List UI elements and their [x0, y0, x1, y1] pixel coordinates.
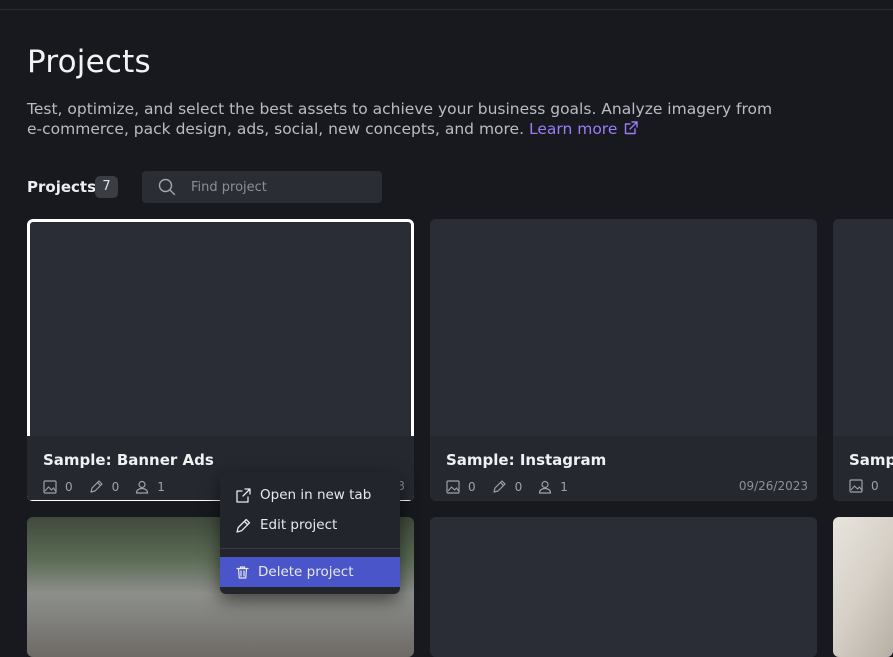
project-card-photo-partial[interactable]: [833, 517, 893, 657]
users-stat: 1: [538, 480, 568, 494]
external-link-icon: [625, 121, 639, 135]
images-count: 0: [65, 479, 73, 494]
users-stat: 1: [135, 480, 165, 494]
images-stat: 0: [43, 480, 73, 494]
menu-item-label: Delete project: [258, 564, 354, 580]
project-card-instagram[interactable]: Sample: Instagram 0 0 1 09/26/2023: [430, 219, 817, 501]
pencil-icon: [90, 480, 103, 493]
menu-item-edit-project[interactable]: Edit project: [220, 510, 400, 540]
project-card-banner-ads[interactable]: Sample: Banner Ads 0 0 1 3: [27, 219, 414, 501]
tags-count: 0: [111, 479, 120, 494]
project-name: Sample: Banner Ads: [43, 451, 214, 469]
projects-label: Projects: [27, 178, 97, 196]
context-menu: Open in new tab Edit project Delete proj…: [220, 472, 400, 594]
users-count: 1: [157, 479, 165, 494]
image-icon: [43, 479, 57, 494]
menu-item-label: Open in new tab: [260, 487, 372, 503]
menu-item-open-new-tab[interactable]: Open in new tab: [220, 480, 400, 510]
page-title: Projects: [27, 44, 151, 80]
tags-stat: 0: [89, 479, 120, 494]
project-card-empty[interactable]: [430, 517, 817, 657]
project-stats: 0: [849, 479, 893, 493]
project-card-partial[interactable]: Sampl 0: [833, 219, 893, 501]
search-box[interactable]: [142, 171, 382, 203]
projects-count-badge: 7: [95, 176, 118, 198]
pencil-icon: [493, 480, 506, 493]
tags-count: 0: [514, 479, 523, 494]
images-count: 0: [468, 479, 476, 494]
top-bar: [0, 0, 893, 10]
project-thumbnail: [430, 517, 817, 657]
search-input[interactable]: [191, 171, 371, 203]
search-icon: [158, 178, 176, 196]
learn-more-label: Learn more: [528, 120, 618, 138]
menu-item-delete-project[interactable]: Delete project: [220, 557, 400, 587]
description-text: Test, optimize, and select the best asse…: [27, 100, 773, 138]
external-link-icon: [236, 487, 251, 503]
pencil-icon: [236, 518, 251, 533]
image-icon: [849, 479, 863, 493]
learn-more-link[interactable]: Learn more: [529, 120, 639, 138]
project-thumbnail: [31, 223, 410, 436]
menu-item-label: Edit project: [260, 517, 338, 533]
page-description: Test, optimize, and select the best asse…: [27, 99, 787, 139]
user-icon: [539, 480, 552, 494]
images-count: 0: [871, 479, 879, 493]
images-stat: 0: [446, 480, 476, 494]
project-thumbnail: [430, 219, 817, 436]
project-name: Sample: Instagram: [446, 451, 607, 469]
users-count: 1: [560, 479, 568, 494]
project-thumbnail: [833, 219, 893, 436]
project-stats: 0 0 1: [446, 479, 584, 494]
project-name: Sampl: [849, 451, 893, 469]
project-thumbnail: [833, 517, 893, 657]
tags-stat: 0: [492, 479, 523, 494]
trash-icon: [236, 565, 249, 579]
project-date: 09/26/2023: [738, 479, 808, 493]
images-stat: 0: [849, 479, 879, 493]
image-icon: [446, 479, 460, 494]
user-icon: [136, 480, 149, 494]
project-stats: 0 0 1: [43, 479, 181, 494]
menu-divider: [220, 548, 400, 549]
